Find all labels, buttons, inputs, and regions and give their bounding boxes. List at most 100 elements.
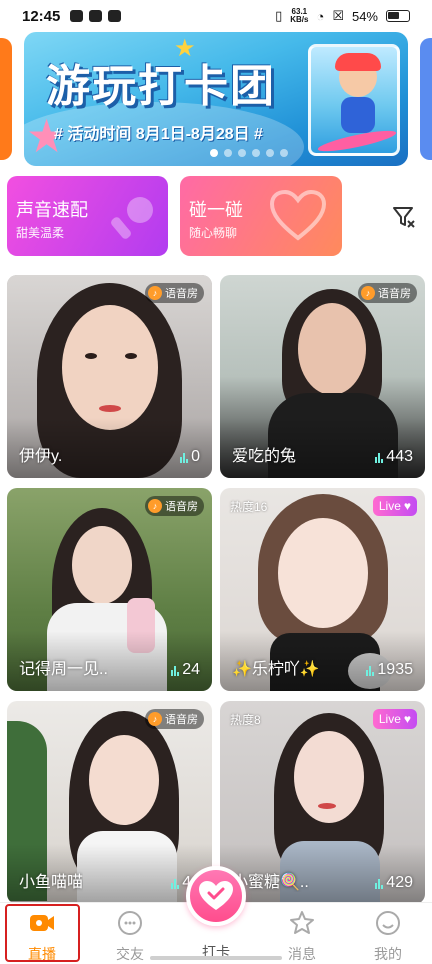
battery-icon: [386, 10, 410, 22]
tiktok-notification-icon: [89, 10, 103, 22]
microphone-icon: [111, 197, 153, 239]
carousel-dot: [224, 149, 232, 157]
wifi-icon: ◔: [316, 8, 325, 24]
badge-label: 语音房: [165, 714, 198, 726]
audio-bars-icon: [366, 666, 375, 676]
carousel-dot: [238, 149, 246, 157]
voice-match-title: 声音速配: [16, 200, 88, 220]
badge-label: Live: [378, 712, 401, 726]
voice-room-badge: ♪ 语音房: [145, 709, 204, 729]
banner-subtitle: # 活动时间 8月1日-8月28日 #: [54, 126, 263, 143]
voice-room-icon: ♪: [148, 499, 162, 513]
room-viewers-count: 24: [182, 661, 200, 678]
voice-room-icon: ♪: [148, 286, 162, 300]
banner-title: 游玩打卡团: [46, 62, 276, 111]
banner-prev-peek[interactable]: [0, 38, 12, 160]
bump-subtitle: 随心畅聊: [189, 226, 238, 240]
nav-item-profile[interactable]: 我的: [353, 909, 423, 964]
audio-bars-icon: [180, 453, 189, 463]
room-card[interactable]: ♪语音房 小鱼喵喵 46: [7, 701, 212, 904]
voice-room-icon: ♪: [148, 712, 162, 726]
banner-next-peek[interactable]: [420, 38, 432, 160]
battery-percent: 54%: [351, 8, 378, 24]
cover-face: [278, 518, 368, 628]
voice-room-badge: ♪ 语音房: [145, 496, 204, 516]
mail-notification-icon: [70, 10, 84, 22]
audio-bars-icon: [375, 879, 384, 889]
carousel-dot: [252, 149, 260, 157]
room-viewers: 0: [180, 448, 200, 466]
room-card[interactable]: 热度8 Live ♥ 小蜜糖🍭.. 429: [220, 701, 425, 904]
room-viewers-count: 1935: [377, 661, 413, 678]
cover-eye: [125, 353, 137, 359]
carousel-dots: [210, 149, 288, 157]
bump-card[interactable]: 碰一碰 随心畅聊: [180, 176, 342, 256]
carousel-dot: [210, 149, 218, 157]
chat-bubble-icon: [118, 911, 142, 935]
voice-match-card[interactable]: 声音速配 甜美温柔: [7, 176, 168, 256]
room-viewers: 443: [375, 448, 413, 466]
surfer-body: [341, 97, 375, 133]
nav-label: 我的: [374, 946, 402, 962]
room-viewers: 24: [171, 661, 200, 679]
live-badge: Live ♥: [372, 496, 417, 516]
voice-match-subtitle: 甜美温柔: [16, 226, 65, 240]
badge-label: 语音房: [165, 501, 198, 513]
checkmark-heart-icon: [199, 881, 233, 910]
audio-bars-icon: [171, 666, 180, 676]
room-viewers-count: 0: [191, 448, 200, 465]
voice-room-icon: ♪: [361, 286, 375, 300]
room-name: 记得周一见..: [19, 661, 108, 678]
status-time: 12:45: [22, 7, 61, 25]
voice-room-badge: ♪ 语音房: [145, 283, 204, 303]
cover-face: [72, 526, 132, 604]
room-card[interactable]: ♪ 语音房 伊伊y. 0: [7, 275, 212, 478]
room-viewers: 1935: [366, 661, 413, 679]
banner-carousel[interactable]: ★ 游玩打卡团 ★ # 活动时间 8月1日-8月28日 #: [0, 32, 432, 168]
checkin-button[interactable]: [186, 866, 246, 926]
network-speed-unit: KB/s: [290, 15, 309, 24]
badge-label: 语音房: [165, 288, 198, 300]
room-card[interactable]: ♪ 语音房 爱吃的兔 443: [220, 275, 425, 478]
cover-face: [298, 303, 366, 395]
room-name: 小鱼喵喵: [19, 874, 84, 891]
status-right: ▯ 63.1 KB/s ◔ ☒ 54%: [275, 8, 410, 24]
room-viewers-count: 429: [386, 874, 413, 891]
notification-icons: [70, 10, 122, 22]
home-indicator[interactable]: [150, 956, 282, 960]
cover-lips: [318, 803, 336, 809]
active-tab-highlight: [5, 904, 80, 962]
badge-label: Live: [378, 499, 401, 513]
bump-title: 碰一碰: [189, 200, 243, 220]
surfer-illustration: [308, 44, 400, 156]
audio-bars-icon: [375, 453, 384, 463]
app-notification-icon: [108, 10, 122, 22]
room-name: 爱吃的兔: [232, 448, 297, 465]
surfer-hat: [335, 53, 381, 71]
room-card[interactable]: ♪ 语音房 记得周一见.. 24: [7, 488, 212, 691]
badge-label: 语音房: [378, 288, 411, 300]
room-heat: 热度8: [230, 713, 261, 727]
carousel-dot: [266, 149, 274, 157]
cover-eye: [85, 353, 97, 359]
star-message-icon: [290, 911, 314, 934]
live-badge: Live ♥: [372, 709, 417, 729]
sim-off-icon: ☒: [332, 8, 344, 23]
heart-icon: [270, 190, 326, 241]
banner-slide[interactable]: ★ 游玩打卡团 ★ # 活动时间 8月1日-8月28日 #: [24, 32, 408, 166]
voice-room-badge: ♪ 语音房: [358, 283, 417, 303]
status-bar: 12:45 ▯ 63.1 KB/s ◔ ☒ 54%: [0, 0, 432, 32]
room-heat: 热度16: [230, 500, 268, 514]
live-heart-icon: ♥: [403, 712, 411, 726]
live-heart-icon: ♥: [403, 499, 411, 513]
room-name: ✨乐柠吖✨: [232, 661, 320, 678]
cover-face: [89, 735, 159, 825]
room-card[interactable]: 热度16 Live ♥ ✨乐柠吖✨ 1935: [220, 488, 425, 691]
nav-label: 消息: [288, 946, 316, 962]
cover-face: [294, 731, 364, 823]
audio-bars-icon: [171, 879, 180, 889]
room-viewers: 429: [375, 874, 413, 892]
filter-icon[interactable]: [390, 202, 418, 230]
smiley-profile-icon: [376, 911, 400, 935]
room-viewers-count: 443: [386, 448, 413, 465]
